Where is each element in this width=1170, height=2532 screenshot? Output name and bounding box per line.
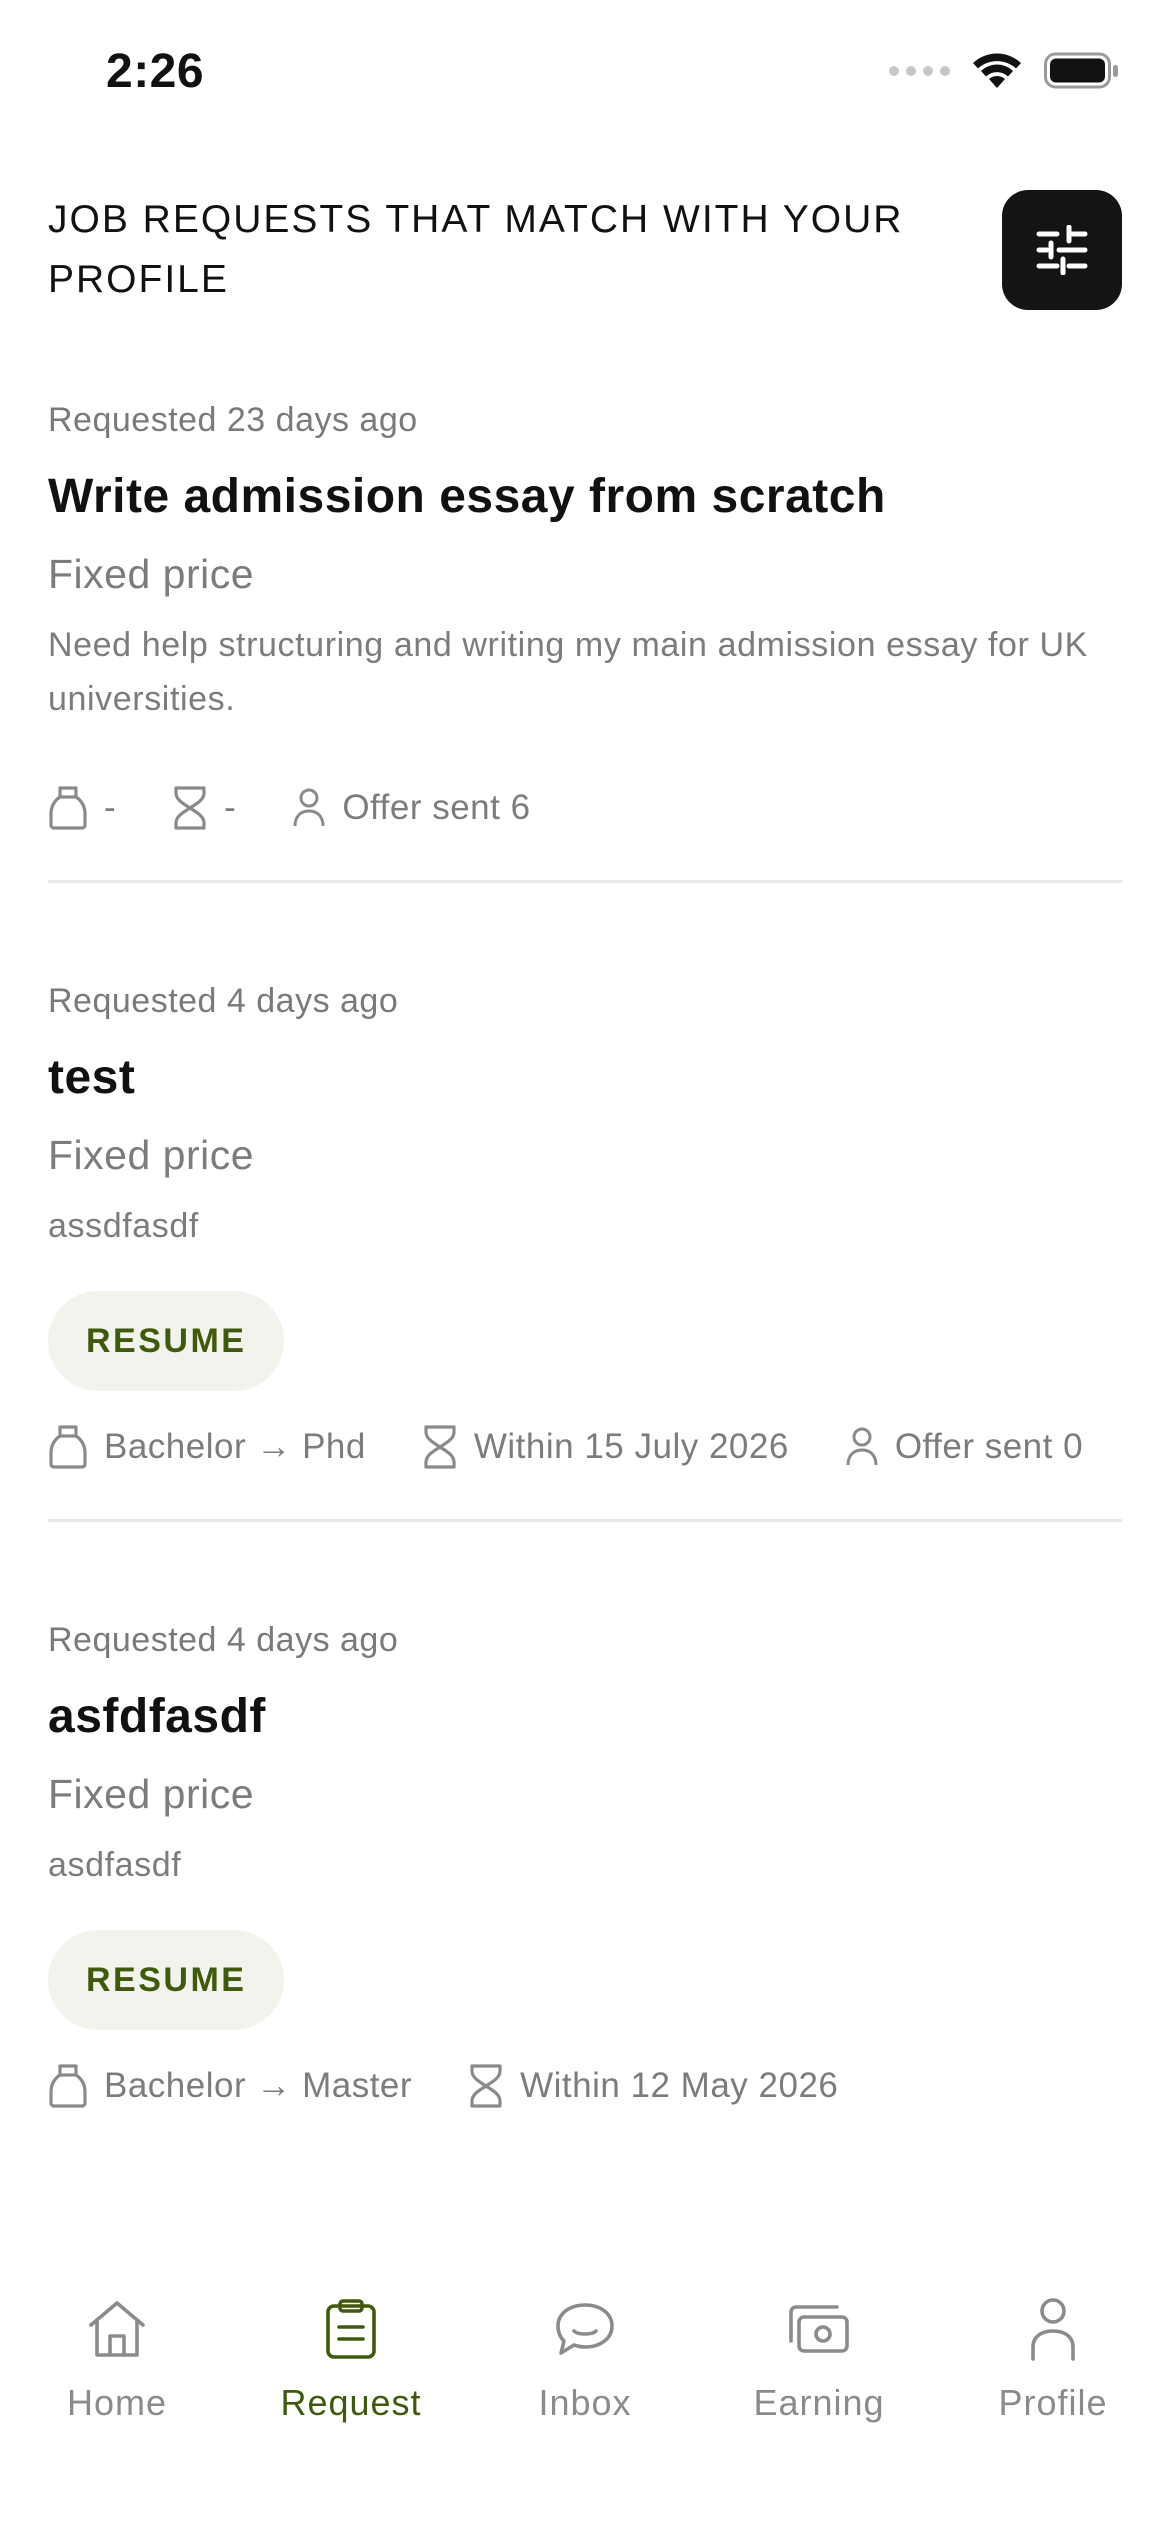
cellular-signal-icon bbox=[889, 66, 950, 76]
request-title: test bbox=[48, 1051, 136, 1104]
offers-meta: Offer sent 0 bbox=[845, 1419, 1083, 1475]
degree-meta: Bachelor → Master bbox=[48, 2058, 412, 2114]
resume-badge[interactable]: RESUME bbox=[48, 1930, 285, 2030]
cash-icon bbox=[789, 2305, 849, 2353]
filter-button[interactable] bbox=[1002, 190, 1122, 310]
request-card[interactable]: Requested 23 days ago Write admission es… bbox=[48, 392, 1122, 883]
degree-text: - bbox=[104, 788, 117, 827]
price-type: Fixed price bbox=[48, 1771, 255, 1817]
request-title: asfdfasdf bbox=[48, 1690, 266, 1743]
graduation-flask-icon bbox=[49, 2064, 87, 2108]
tab-label: Inbox bbox=[538, 2382, 632, 2423]
home-icon bbox=[89, 2301, 145, 2357]
tab-label: Earning bbox=[753, 2382, 885, 2423]
resume-badge[interactable]: RESUME bbox=[48, 1291, 285, 1391]
deadline-meta: Within 12 May 2026 bbox=[468, 2058, 838, 2114]
hourglass-icon bbox=[174, 786, 206, 830]
degree-meta: - bbox=[48, 780, 116, 836]
requested-date: Requested 23 days ago bbox=[48, 401, 418, 439]
hourglass-icon bbox=[424, 1425, 456, 1469]
tab-label: Home bbox=[66, 2382, 168, 2423]
offers-text: Offer sent 0 bbox=[894, 1427, 1084, 1466]
request-meta: Bachelor → Phd Within 15 July 2026 Offer… bbox=[48, 1419, 1122, 1475]
request-meta: Bachelor → Master Within 12 May 2026 bbox=[48, 2058, 1122, 2114]
requested-date: Requested 4 days ago bbox=[48, 1621, 399, 1659]
request-title: Write admission essay from scratch bbox=[48, 470, 886, 523]
status-icons bbox=[889, 52, 1120, 90]
wifi-icon bbox=[973, 53, 1021, 88]
request-description: assdfasdf bbox=[48, 1207, 199, 1245]
request-card[interactable]: Requested 4 days ago test Fixed price as… bbox=[48, 973, 1122, 1522]
graduation-flask-icon bbox=[49, 786, 87, 830]
sliders-icon bbox=[1036, 225, 1088, 275]
tab-inbox[interactable]: Inbox bbox=[468, 2288, 702, 2448]
request-description: asdfasdf bbox=[48, 1846, 182, 1884]
graduation-flask-icon bbox=[49, 1425, 87, 1469]
requested-date: Requested 4 days ago bbox=[48, 982, 399, 1020]
chat-bubble-icon bbox=[556, 2303, 614, 2355]
person-icon bbox=[1031, 2298, 1075, 2361]
clipboard-icon bbox=[326, 2299, 376, 2359]
tab-request[interactable]: Request bbox=[234, 2288, 468, 2448]
deadline-text: - bbox=[224, 788, 237, 827]
tab-home[interactable]: Home bbox=[0, 2288, 234, 2448]
tab-label: Profile bbox=[998, 2382, 1108, 2423]
tab-earning[interactable]: Earning bbox=[702, 2288, 936, 2448]
request-description: Need help structuring and writing my mai… bbox=[48, 626, 1088, 718]
bottom-tab-bar: Home Request Inbox Earning Profile bbox=[0, 2260, 1170, 2532]
request-list[interactable]: Requested 23 days ago Write admission es… bbox=[48, 392, 1122, 2260]
request-card[interactable]: Requested 4 days ago asfdfasdf Fixed pri… bbox=[48, 1612, 1122, 2158]
offers-meta: Offer sent 6 bbox=[292, 780, 530, 836]
deadline-meta: Within 15 July 2026 bbox=[422, 1419, 789, 1475]
price-type: Fixed price bbox=[48, 551, 255, 597]
price-type: Fixed price bbox=[48, 1132, 255, 1178]
degree-text: Bachelor → Master bbox=[104, 2066, 413, 2105]
degree-text: Bachelor → Phd bbox=[104, 1427, 366, 1466]
person-icon bbox=[293, 788, 325, 827]
deadline-text: Within 12 May 2026 bbox=[520, 2066, 839, 2105]
tab-profile[interactable]: Profile bbox=[936, 2288, 1170, 2448]
degree-meta: Bachelor → Phd bbox=[48, 1419, 366, 1475]
status-bar: 2:26 bbox=[0, 0, 1170, 150]
hourglass-icon bbox=[470, 2064, 502, 2108]
tab-label: Request bbox=[280, 2382, 422, 2423]
request-meta: - - Offer sent 6 bbox=[48, 780, 1122, 836]
person-icon bbox=[846, 1427, 878, 1466]
offers-text: Offer sent 6 bbox=[342, 788, 531, 827]
page-title: JOB REQUESTS THAT MATCH WITH YOUR PROFIL… bbox=[48, 198, 904, 301]
status-time: 2:26 bbox=[106, 45, 205, 98]
deadline-text: Within 15 July 2026 bbox=[473, 1427, 789, 1466]
battery-icon bbox=[1044, 52, 1118, 89]
page-header: JOB REQUESTS THAT MATCH WITH YOUR PROFIL… bbox=[48, 190, 1122, 310]
deadline-meta: - bbox=[172, 780, 236, 836]
